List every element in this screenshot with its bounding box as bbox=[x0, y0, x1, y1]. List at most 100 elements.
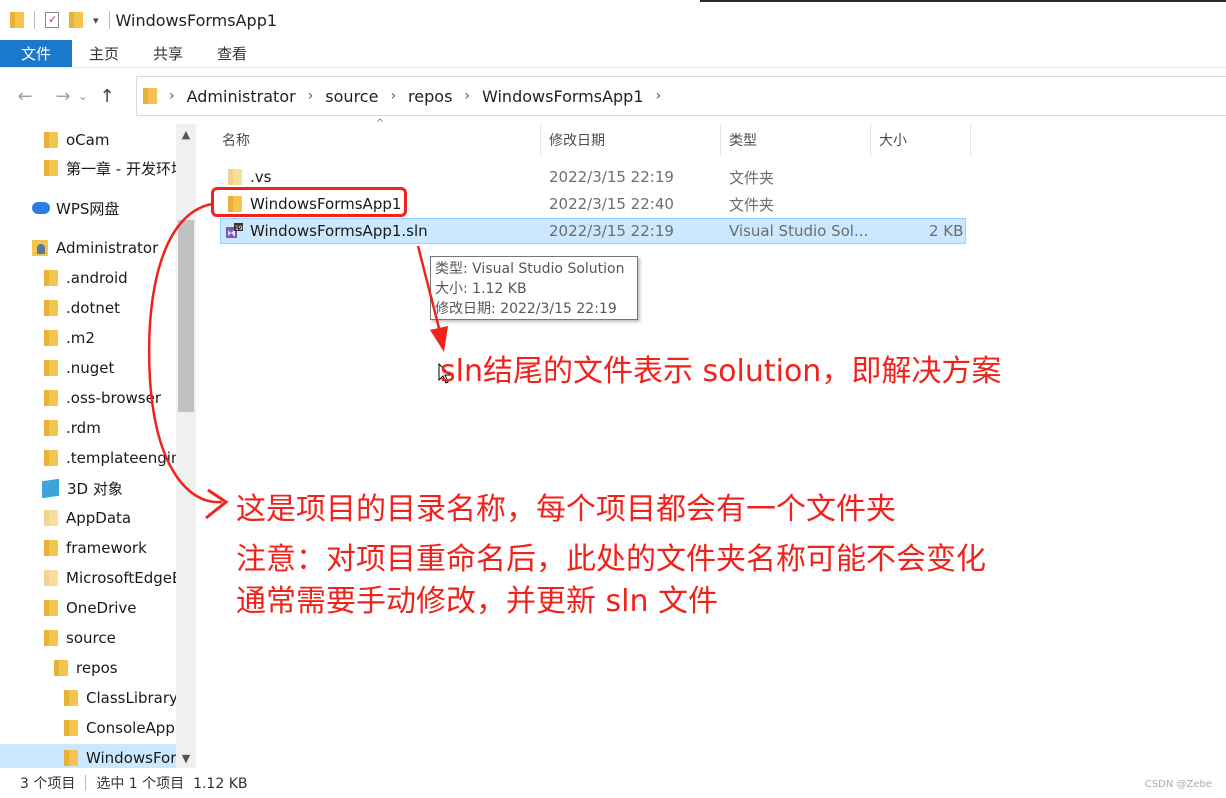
sidebar-item-m2[interactable]: .m2 bbox=[0, 324, 178, 352]
breadcrumb-administrator[interactable]: Administrator bbox=[187, 87, 296, 106]
highlight-box bbox=[211, 187, 407, 217]
arrow-right-icon: → bbox=[55, 85, 71, 107]
address-bar[interactable]: › Administrator › source › repos › Windo… bbox=[136, 76, 1226, 116]
properties-icon[interactable]: ✓ bbox=[45, 12, 59, 28]
scroll-thumb[interactable] bbox=[178, 220, 194, 412]
annotation-sln-note: sln结尾的文件表示 solution，即解决方案 bbox=[440, 354, 1002, 389]
up-button[interactable]: ↑ bbox=[94, 83, 120, 109]
user-folder-icon bbox=[32, 240, 48, 256]
separator bbox=[34, 11, 35, 29]
file-date: 2022/3/15 22:19 bbox=[549, 222, 674, 240]
new-folder-icon[interactable] bbox=[69, 12, 83, 28]
breadcrumb-windowsformsapp1[interactable]: WindowsFormsApp1 bbox=[482, 87, 644, 106]
ribbon-tabs: 文件 主页 共享 查看 bbox=[0, 40, 1226, 68]
chevron-down-icon: ⌄ bbox=[77, 89, 89, 103]
folder-icon bbox=[10, 12, 24, 28]
column-divider[interactable] bbox=[870, 124, 871, 156]
column-divider[interactable] bbox=[540, 124, 541, 156]
navigation-pane: oCam 第一章 - 开发环境 WPS网盘 Administrator .and… bbox=[0, 124, 196, 768]
sidebar-item-ocam[interactable]: oCam bbox=[0, 126, 178, 154]
chevron-right-icon[interactable]: › bbox=[656, 88, 662, 104]
background-strip bbox=[700, 0, 1226, 2]
3d-objects-icon bbox=[42, 478, 59, 498]
sidebar-item-wps-drive[interactable]: WPS网盘 bbox=[0, 194, 178, 222]
selection-info: 选中 1 个项目 1.12 KB bbox=[96, 776, 248, 792]
column-divider[interactable] bbox=[970, 124, 971, 156]
folder-icon bbox=[228, 169, 242, 185]
sidebar-item-microsoftedgebackups[interactable]: MicrosoftEdgeBackups bbox=[0, 564, 178, 592]
customize-toolbar-icon[interactable]: ▾ bbox=[93, 14, 99, 27]
arrow-up-icon: ↑ bbox=[99, 85, 115, 107]
annotation-rename-note: 注意：对项目重命名后，此处的文件夹名称可能不会变化 bbox=[236, 542, 986, 577]
sidebar-scrollbar[interactable]: ▲ ▼ bbox=[176, 124, 196, 768]
folder-icon bbox=[54, 660, 68, 676]
column-header-type[interactable]: 类型 bbox=[729, 124, 757, 156]
sidebar-item-chapter1[interactable]: 第一章 - 开发环境 bbox=[0, 154, 178, 182]
column-header-name[interactable]: 名称 bbox=[222, 124, 250, 156]
file-list: ^ 名称 修改日期 类型 大小 .vs 2022/3/15 22:19 文件夹 … bbox=[198, 118, 1226, 768]
title-bar: ✓ ▾ WindowsFormsApp1 bbox=[0, 0, 1226, 40]
sidebar-item-framework[interactable]: framework bbox=[0, 534, 178, 562]
folder-icon bbox=[44, 600, 58, 616]
back-button[interactable]: ← bbox=[12, 83, 38, 109]
folder-icon bbox=[44, 420, 58, 436]
chevron-right-icon[interactable]: › bbox=[390, 88, 396, 104]
scroll-up-arrow[interactable]: ▲ bbox=[176, 124, 196, 144]
table-row-selected[interactable]: 19 WindowsFormsApp1.sln 2022/3/15 22:19 … bbox=[220, 218, 966, 244]
tab-share[interactable]: 共享 bbox=[136, 40, 200, 67]
chevron-right-icon: › bbox=[169, 88, 175, 104]
status-bar: 3 个项目 选中 1 个项目 1.12 KB bbox=[0, 768, 1226, 798]
forward-button[interactable]: → bbox=[50, 83, 76, 109]
column-header-date[interactable]: 修改日期 bbox=[549, 124, 605, 156]
folder-icon bbox=[44, 300, 58, 316]
separator bbox=[85, 775, 87, 791]
column-divider[interactable] bbox=[720, 124, 721, 156]
sidebar-item-dotnet[interactable]: .dotnet bbox=[0, 294, 178, 322]
sidebar-item-android[interactable]: .android bbox=[0, 264, 178, 292]
file-name: WindowsFormsApp1.sln bbox=[250, 222, 428, 240]
annotation-manual-note: 通常需要手动修改，并更新 sln 文件 bbox=[236, 584, 719, 619]
sidebar-item-windowsformsapp1[interactable]: WindowsFormsApp1 bbox=[0, 744, 178, 768]
breadcrumb-repos[interactable]: repos bbox=[408, 87, 452, 106]
sidebar-item-appdata[interactable]: AppData bbox=[0, 504, 178, 532]
folder-icon bbox=[64, 750, 78, 766]
scroll-down-arrow[interactable]: ▼ bbox=[176, 748, 196, 768]
file-date: 2022/3/15 22:40 bbox=[549, 195, 674, 213]
folder-icon bbox=[44, 360, 58, 376]
file-tooltip: 类型: Visual Studio Solution 大小: 1.12 KB 修… bbox=[430, 256, 638, 320]
chevron-right-icon[interactable]: › bbox=[308, 88, 314, 104]
navigation-bar: ← → ⌄ ↑ › Administrator › source › repos… bbox=[0, 68, 1226, 124]
folder-icon bbox=[44, 160, 58, 176]
chevron-right-icon[interactable]: › bbox=[464, 88, 470, 104]
sidebar-item-source[interactable]: source bbox=[0, 624, 178, 652]
tab-home[interactable]: 主页 bbox=[72, 40, 136, 67]
watermark: CSDN @Zebe bbox=[1144, 779, 1212, 790]
folder-icon bbox=[44, 540, 58, 556]
sidebar-item-templateengine[interactable]: .templateengine bbox=[0, 444, 178, 472]
sidebar-item-oss-browser[interactable]: .oss-browser bbox=[0, 384, 178, 412]
tab-view[interactable]: 查看 bbox=[200, 40, 264, 67]
file-type: 文件夹 bbox=[729, 168, 775, 187]
tab-file[interactable]: 文件 bbox=[0, 40, 73, 67]
cloud-icon bbox=[32, 202, 50, 214]
sidebar-item-rdm[interactable]: .rdm bbox=[0, 414, 178, 442]
sidebar-item-onedrive[interactable]: OneDrive bbox=[0, 594, 178, 622]
sidebar-item-administrator[interactable]: Administrator bbox=[0, 234, 178, 262]
recent-locations-button[interactable]: ⌄ bbox=[76, 83, 90, 109]
sidebar-item-repos[interactable]: repos bbox=[0, 654, 178, 682]
file-type: 文件夹 bbox=[729, 195, 775, 214]
quick-access-toolbar: ✓ ▾ bbox=[0, 11, 99, 29]
folder-icon bbox=[44, 630, 58, 646]
annotation-folder-note: 这是项目的目录名称，每个项目都会有一个文件夹 bbox=[236, 492, 896, 527]
sidebar-item-nuget[interactable]: .nuget bbox=[0, 354, 178, 382]
folder-icon bbox=[44, 270, 58, 286]
sidebar-item-consoleapp1[interactable]: ConsoleApp1 bbox=[0, 714, 178, 742]
sidebar-item-classlibrary1[interactable]: ClassLibrary1 bbox=[0, 684, 178, 712]
sidebar-item-3d-objects[interactable]: 3D 对象 bbox=[0, 474, 178, 502]
tooltip-type: 类型: Visual Studio Solution bbox=[435, 261, 625, 277]
folder-icon bbox=[143, 88, 157, 104]
breadcrumb-source[interactable]: source bbox=[325, 87, 378, 106]
folder-icon bbox=[64, 690, 78, 706]
column-header-size[interactable]: 大小 bbox=[879, 124, 907, 156]
folder-icon bbox=[44, 510, 58, 526]
